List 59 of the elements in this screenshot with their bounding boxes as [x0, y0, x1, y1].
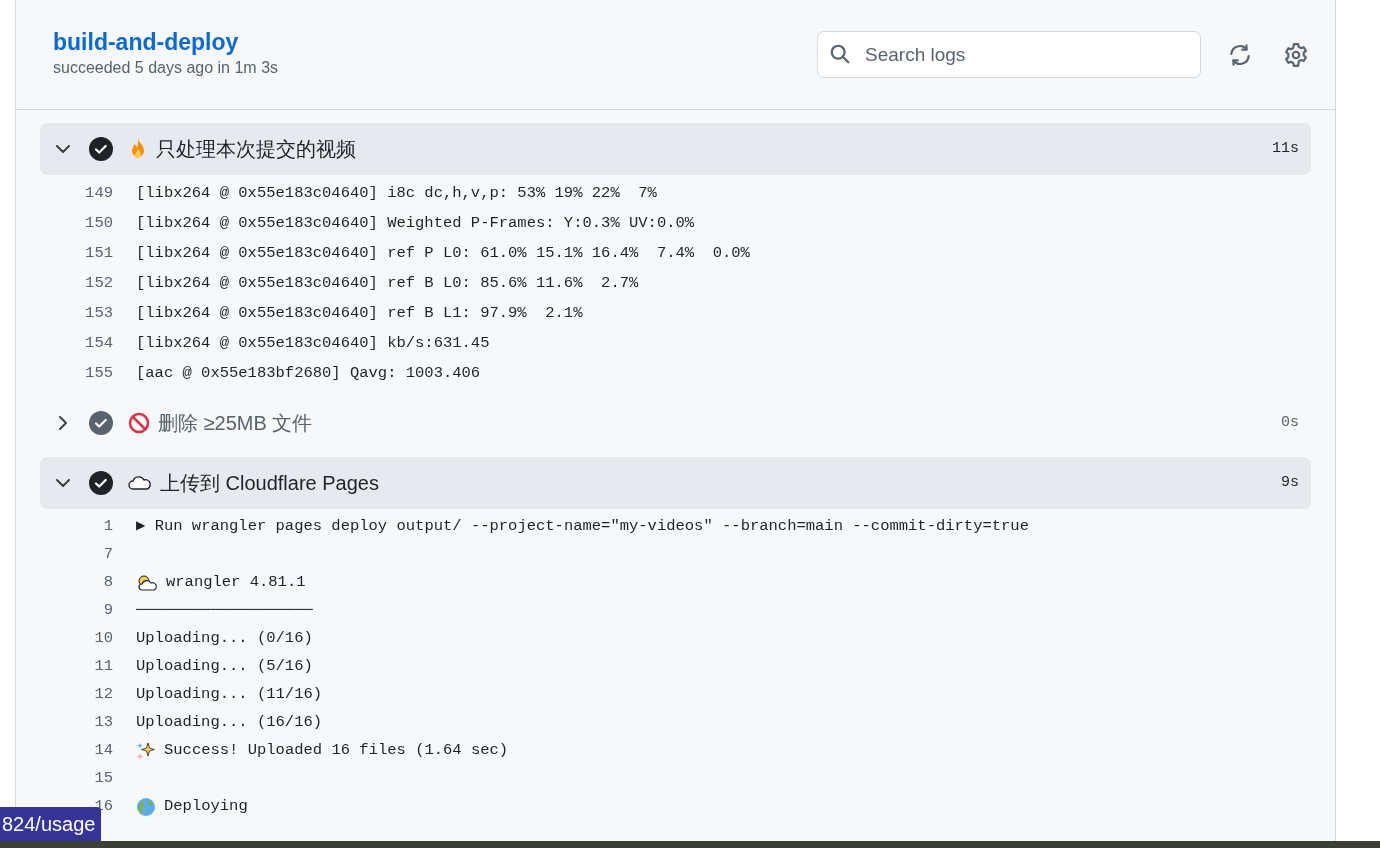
log-text: [libx264 @ 0x55e183c04640] ref P L0: 61.0% 15.1% 16.4% 7.4% 0.0% — [136, 243, 750, 265]
line-number: 9 — [102, 600, 113, 622]
step-title: 上传到 Cloudflare Pages — [160, 471, 379, 496]
log-text: wrangler 4.81.1 — [166, 572, 306, 594]
line-number: 153 — [84, 303, 113, 325]
log-text: Uploading... (11/16) — [136, 684, 323, 706]
line-number: 10 — [93, 628, 113, 650]
log-text: Uploading... (16/16) — [136, 712, 323, 734]
line-number: 154 — [84, 333, 113, 355]
log-text: ▶ Run wrangler pages deploy output/ --project-name="my-videos" --branch=main --commit-dirty=true — [136, 516, 1029, 538]
line-number: 1 — [102, 516, 113, 538]
search-icon — [829, 43, 851, 65]
job-summary: succeeded 5 days ago in 1m 3s — [53, 58, 279, 79]
log-text: [libx264 @ 0x55e183c04640] ref B L0: 85.6% 11.6% 2.7% — [136, 273, 639, 295]
step-header[interactable]: 删除 ≥25MB 文件 0s — [40, 397, 1311, 449]
search-field[interactable]: Search logs — [817, 31, 1201, 78]
chevron-right-icon — [58, 415, 68, 431]
line-number: 7 — [102, 544, 113, 566]
prohibited-icon — [128, 412, 150, 434]
sparkles-icon — [136, 741, 156, 761]
line-number: 155 — [84, 363, 113, 385]
step-title: 删除 ≥25MB 文件 — [158, 411, 313, 436]
refresh-icon — [1227, 41, 1253, 68]
job-title[interactable]: build-and-deploy — [53, 28, 279, 57]
cloud-icon — [128, 475, 152, 491]
log-text: Uploading... (0/16) — [136, 628, 313, 650]
log-text: [aac @ 0x55e183bf2680] Qavg: 1003.406 — [136, 363, 481, 385]
log-text: Deploying — [164, 796, 248, 818]
line-number: 15 — [93, 768, 113, 790]
log-text: Uploading... (5/16) — [136, 656, 313, 678]
line-number: 152 — [84, 273, 113, 295]
check-circle-icon — [88, 410, 114, 436]
check-circle-icon — [88, 470, 114, 496]
log-text: ─────────────────── — [136, 600, 313, 622]
line-number: 13 — [93, 712, 113, 734]
line-number: 8 — [102, 572, 113, 594]
log-text: Success! Uploaded 16 files (1.64 sec) — [164, 740, 509, 762]
step-duration: 9s — [1281, 472, 1299, 493]
step-header[interactable]: 上传到 Cloudflare Pages 9s — [40, 457, 1311, 509]
line-number: 149 — [84, 183, 113, 205]
gear-icon — [1283, 41, 1309, 68]
step-duration: 0s — [1281, 412, 1299, 433]
log-text: [libx264 @ 0x55e183c04640] Weighted P-Frames: Y:0.3% UV:0.0% — [136, 213, 695, 235]
step-title: 只处理本次提交的视频 — [156, 137, 356, 162]
line-number: 11 — [93, 656, 113, 678]
log-text: [libx264 @ 0x55e183c04640] i8c dc,h,v,p: 53% 19% 22% 7% — [136, 183, 657, 205]
check-circle-icon — [88, 136, 114, 162]
line-number: 150 — [84, 213, 113, 235]
log-text: [libx264 @ 0x55e183c04640] ref B L1: 97.9% 2.1% — [136, 303, 583, 325]
step-header[interactable]: 只处理本次提交的视频 11s — [40, 123, 1311, 175]
line-number: 12 — [93, 684, 113, 706]
sun-cloud-icon — [136, 574, 158, 592]
chevron-down-icon — [55, 478, 71, 488]
log-text: [libx264 @ 0x55e183c04640] kb/s:631.45 — [136, 333, 490, 355]
chevron-down-icon — [55, 144, 71, 154]
line-number: 14 — [93, 740, 113, 762]
step-duration: 11s — [1272, 138, 1299, 159]
globe-icon — [136, 797, 156, 817]
line-number: 151 — [84, 243, 113, 265]
